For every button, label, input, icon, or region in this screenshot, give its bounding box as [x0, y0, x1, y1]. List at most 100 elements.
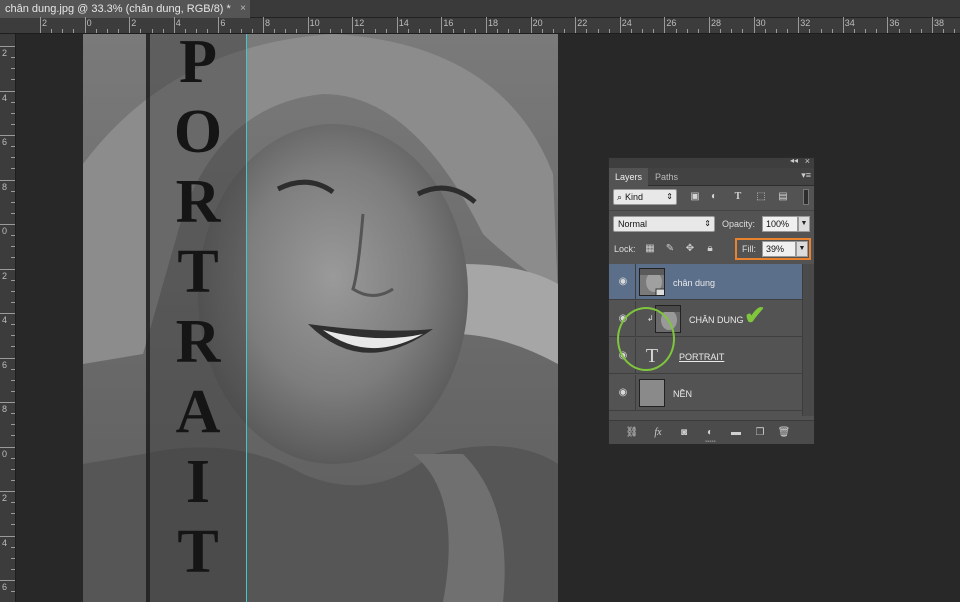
trash-icon[interactable]: 🗑︎ — [777, 426, 791, 440]
ruler-minor-tick — [474, 29, 476, 33]
eye-icon[interactable]: ◉ — [617, 276, 629, 288]
blend-mode-select[interactable]: Normal ⇕ — [613, 216, 715, 232]
ruler-minor-tick — [630, 29, 632, 33]
fx-icon[interactable]: fx — [651, 426, 665, 440]
ruler-label: 38 — [934, 18, 945, 28]
ruler-minor-tick — [11, 101, 15, 103]
adjustment-icon[interactable]: ◐ — [703, 426, 717, 440]
ruler-minor-tick — [742, 29, 744, 33]
ruler-major-tick — [263, 17, 264, 33]
portrait-letter: I — [186, 448, 210, 516]
new-layer-icon[interactable]: ❐ — [753, 426, 767, 440]
horizontal-ruler[interactable]: 2 0 2 4 6 8 10 12 14 16 18 20 22 24 26 28 30 32 34 36 38 — [0, 17, 960, 34]
document-tab[interactable]: chân dung.jpg @ 33.3% (chân dung, RGB/8)… — [0, 0, 250, 18]
kind-filter-select[interactable]: ⌕ Kind ⇕ — [613, 189, 677, 205]
ruler-minor-tick — [341, 29, 343, 33]
ruler-minor-tick — [11, 524, 15, 526]
ruler-minor-tick — [11, 557, 15, 559]
tab-layers[interactable]: Layers — [609, 168, 649, 186]
ruler-major-tick — [486, 17, 487, 33]
image-filter-icon[interactable]: ▣ — [689, 191, 701, 203]
ruler-minor-tick — [943, 29, 945, 33]
link-icon[interactable]: ⛓ — [625, 426, 639, 440]
mask-icon[interactable]: ◙ — [677, 426, 691, 440]
ruler-major-tick — [664, 17, 666, 33]
lock-all-icon[interactable]: 🔒︎ — [704, 243, 716, 255]
lock-position-icon[interactable]: ✥ — [684, 243, 696, 255]
ruler-minor-tick — [809, 29, 811, 33]
panel-menu-icon[interactable]: ▾≡ — [801, 170, 811, 181]
eye-icon[interactable]: ◉ — [617, 387, 629, 399]
resize-grip[interactable]: ▪▪▪▪▪ — [705, 439, 716, 445]
ruler-minor-tick — [853, 29, 855, 33]
ruler-label: 20 — [532, 18, 543, 28]
fill-input[interactable]: 39% — [762, 241, 796, 257]
ruler-label: 8 — [2, 404, 8, 414]
ruler-minor-tick — [11, 123, 15, 125]
ruler-major-tick — [0, 491, 15, 492]
ruler-major-tick — [0, 357, 15, 359]
checkmark-icon: ✔ — [744, 300, 766, 330]
panel-close-icon[interactable]: × — [805, 156, 810, 166]
ruler-major-tick — [798, 17, 800, 33]
ruler-minor-tick — [11, 257, 15, 259]
layer-thumbnail — [639, 268, 665, 296]
ruler-minor-tick — [11, 568, 15, 570]
portrait-letter: T — [177, 518, 218, 586]
tab-paths[interactable]: Paths — [649, 168, 684, 186]
ruler-minor-tick — [318, 29, 320, 33]
type-filter-icon[interactable]: T — [732, 191, 744, 203]
ruler-minor-tick — [11, 424, 15, 426]
folder-icon[interactable]: ▬ — [729, 426, 743, 440]
layer-row-nen[interactable]: ◉ NỀN — [609, 375, 802, 411]
opacity-input[interactable]: 100% — [762, 216, 798, 232]
collapse-icon[interactable]: ◂◂ — [790, 156, 798, 165]
panel-titlebar[interactable]: ◂◂ × — [609, 156, 814, 168]
fill-dropdown-icon[interactable]: ▼ — [796, 241, 808, 257]
ruler-minor-tick — [11, 457, 15, 459]
ruler-major-tick — [0, 446, 15, 448]
document-canvas[interactable]: PORTRAIT — [83, 34, 558, 602]
ruler-minor-tick — [419, 29, 421, 33]
ruler-label: 16 — [443, 18, 454, 28]
ruler-minor-tick — [954, 29, 956, 33]
ruler-label: 2 — [131, 18, 137, 28]
ruler-minor-tick — [11, 57, 15, 59]
shape-filter-icon[interactable]: ⬚ — [755, 191, 767, 203]
portrait-letter: R — [176, 168, 222, 236]
filter-toggle[interactable] — [803, 189, 809, 205]
ruler-major-tick — [40, 17, 41, 33]
ruler-minor-tick — [240, 29, 242, 33]
ruler-minor-tick — [329, 29, 331, 33]
ruler-label: 6 — [2, 359, 8, 370]
ruler-major-tick — [0, 268, 15, 270]
vertical-ruler[interactable]: 2 4 6 8 0 2 4 6 8 0 2 4 6 — [0, 34, 16, 602]
ruler-minor-tick — [162, 29, 164, 33]
close-icon[interactable]: × — [240, 0, 246, 18]
layer-row-chan-dung[interactable]: ◉ chân dung — [609, 264, 802, 300]
ruler-minor-tick — [363, 29, 365, 33]
ruler-label: 2 — [2, 493, 8, 503]
opacity-dropdown-icon[interactable]: ▼ — [798, 216, 810, 232]
portrait-letter: O — [174, 98, 222, 166]
ruler-minor-tick — [430, 29, 432, 33]
ruler-major-tick — [0, 535, 15, 537]
lock-image-icon[interactable]: ✎ — [664, 243, 676, 255]
ruler-label: 0 — [86, 18, 92, 28]
chevron-updown-icon: ⇕ — [666, 192, 673, 201]
ruler-minor-tick — [686, 29, 688, 33]
smart-object-filter-icon[interactable]: ▤ — [777, 191, 789, 203]
lock-transparent-icon[interactable]: ▦ — [644, 243, 656, 255]
ruler-label: 18 — [488, 18, 499, 28]
ruler-minor-tick — [11, 591, 15, 593]
ruler-major-tick — [0, 580, 15, 581]
ruler-label: 24 — [621, 18, 632, 28]
adjustment-filter-icon[interactable]: ◐ — [708, 191, 720, 203]
lock-row: Lock: ▦ ✎ ✥ 🔒︎ Fill: 39% ▼ — [609, 236, 814, 262]
eye-column-divider — [635, 264, 636, 300]
kind-filter-label: Kind — [625, 192, 644, 202]
ruler-minor-tick — [11, 346, 15, 348]
vertical-guide-line[interactable] — [246, 34, 247, 602]
layers-scrollbar[interactable] — [802, 264, 814, 416]
ruler-label: 8 — [2, 181, 8, 192]
